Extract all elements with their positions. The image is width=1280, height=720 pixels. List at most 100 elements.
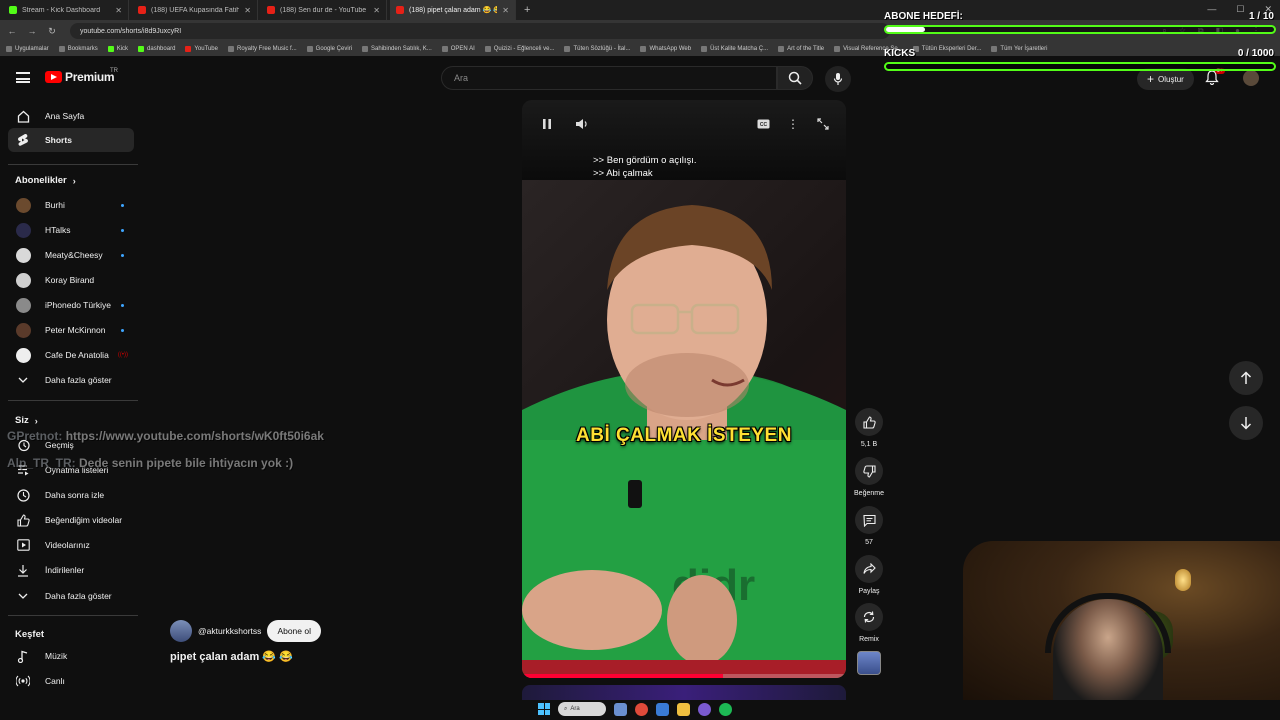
sidebar-item-subscription[interactable]: Burhi (8, 193, 134, 217)
pause-button[interactable] (540, 117, 554, 131)
taskbar-search[interactable]: ⌕ Ara (558, 702, 606, 716)
show-more-you[interactable]: Daha fazla göster (8, 584, 134, 608)
fullscreen-button[interactable] (816, 117, 830, 131)
sidebar-item-home[interactable]: Ana Sayfa (8, 104, 134, 128)
bookmark-item[interactable]: Art of the Title (778, 46, 824, 52)
country-code: TR (110, 68, 118, 74)
previous-short-button[interactable] (1229, 361, 1263, 395)
bookmark-item[interactable]: YouTube (185, 46, 218, 52)
channel-avatar-image (15, 297, 31, 313)
shorts-video-player[interactable]: didr CC ⋮ >> Ben gördüm o açılışı. >> Ab… (522, 100, 846, 678)
like-button[interactable] (855, 408, 883, 436)
sidebar-item-subscription[interactable]: HTalks (8, 218, 134, 242)
discord-icon[interactable] (698, 702, 711, 716)
sub-goal-title: ABONE HEDEFİ: (884, 11, 963, 22)
volume-button[interactable] (574, 117, 590, 131)
new-tab-icon[interactable]: + (524, 4, 530, 16)
youtube-premium-logo[interactable]: Premium (45, 70, 115, 84)
kicks-goal-title: KICKS (884, 48, 916, 59)
back-icon[interactable]: ← (4, 26, 20, 36)
sidebar-item-subscription[interactable]: Peter McKinnon (8, 318, 134, 342)
chevron-right-icon: › (34, 415, 38, 426)
browser-tab[interactable]: Stream - Kick Dashboard ✕ (3, 0, 129, 20)
sidebar-item-live[interactable]: Canlı (8, 669, 134, 693)
sidebar-item-subscription[interactable]: Meaty&Cheesy (8, 243, 134, 267)
hamburger-menu-icon[interactable] (16, 72, 30, 83)
subtitle-line: >> Ben gördüm o açılışı. (593, 155, 697, 166)
comment-icon (862, 514, 876, 527)
chrome-icon[interactable] (635, 702, 648, 716)
task-view-icon[interactable] (614, 702, 627, 716)
comments-button[interactable] (855, 506, 883, 534)
sidebar-item-music[interactable]: Müzik (8, 644, 134, 668)
tab-close-icon[interactable]: ✕ (502, 6, 509, 15)
show-more-subscriptions[interactable]: Daha fazla göster (8, 368, 134, 392)
video-progress-bar[interactable] (522, 674, 846, 678)
bookmark-item[interactable]: Royalty Free Music f... (227, 46, 297, 52)
search-button[interactable] (777, 66, 813, 90)
bookmark-item[interactable]: OPEN AI (441, 46, 475, 52)
dislike-button[interactable] (855, 457, 883, 485)
bookmark-item[interactable]: Quizizi - Eğlenceli ve... (484, 46, 554, 52)
voice-search-button[interactable] (825, 66, 851, 92)
bookmark-item[interactable]: Tüten Sözlüğü - İtal... (564, 46, 630, 52)
sidebar-item-subscription[interactable]: Koray Birand (8, 268, 134, 292)
reload-icon[interactable]: ↻ (44, 26, 60, 37)
sidebar-item-download[interactable]: İndirilenler (8, 558, 134, 582)
clock-icon (15, 487, 31, 503)
more-options-button[interactable]: ⋮ (787, 117, 799, 131)
channel-avatar[interactable] (170, 620, 192, 642)
channel-thumbnail[interactable] (857, 651, 881, 675)
sidebar-item-play-box[interactable]: Videolarınız (8, 533, 134, 557)
tab-close-icon[interactable]: ✕ (373, 6, 380, 15)
channel-handle[interactable]: @akturkkshortss (198, 626, 261, 636)
short-title[interactable]: pipet çalan adam 😂 😂 (170, 650, 293, 663)
url-input[interactable]: youtube.com/shorts/i8d9JuxcyRI (70, 23, 890, 39)
channel-avatar (15, 272, 31, 288)
captions-button[interactable]: CC (756, 117, 770, 131)
sidebar-item-subscription[interactable]: Cafe De Anatolia ((•)) (8, 343, 134, 367)
bookmark-item[interactable]: Uygulamalar (6, 46, 49, 52)
tab-close-icon[interactable]: ✕ (244, 6, 251, 15)
sidebar-item-subscription[interactable]: iPhonedo Türkiye (8, 293, 134, 317)
sidebar-item-clock[interactable]: Daha sonra izle (8, 483, 134, 507)
create-button[interactable]: + Oluştur (1137, 68, 1194, 90)
search-input[interactable]: Ara (441, 66, 777, 90)
windows-start-icon[interactable] (538, 703, 550, 715)
sidebar-item-thumbs-up[interactable]: Beğendiğim videolar (8, 508, 134, 532)
bookmark-item[interactable]: Sahibinden Satılık, K... (362, 46, 432, 52)
store-icon[interactable] (656, 702, 669, 716)
browser-tab[interactable]: (188) UEFA Kupasında Fatih Ter ✕ (132, 0, 258, 20)
bookmark-item[interactable]: Bookmarks (58, 46, 98, 52)
bookmark-item[interactable]: dashboard (138, 46, 175, 52)
subscriptions-heading[interactable]: Abonelikler › (15, 175, 76, 186)
bookmark-item[interactable]: Google Çeviri (306, 46, 352, 52)
bookmark-item[interactable]: WhatsApp Web (640, 46, 691, 52)
share-button[interactable] (855, 555, 883, 583)
tab-close-icon[interactable]: ✕ (115, 6, 122, 15)
account-avatar[interactable] (1243, 70, 1259, 86)
sub-goal-fill (886, 27, 925, 32)
thumbs-up-icon (862, 415, 876, 429)
live-indicator-icon: ((•)) (117, 352, 128, 358)
subscribe-button[interactable]: Abone ol (267, 620, 321, 642)
home-icon (15, 108, 31, 124)
next-short-button[interactable] (1229, 406, 1263, 440)
browser-tab[interactable]: (188) Sen dur de - YouTube ✕ (261, 0, 387, 20)
file-explorer-icon[interactable] (677, 702, 690, 716)
dislike-label: Beğenme (854, 490, 884, 497)
chevron-right-icon: › (72, 175, 76, 186)
bookmark-favicon-icon (441, 46, 448, 52)
sidebar-item-shorts[interactable]: Shorts (8, 128, 134, 152)
bookmark-item[interactable]: Üst Kalite Matcha Ç... (701, 46, 768, 52)
bookmark-item[interactable]: Kick (107, 46, 128, 52)
browser-tab-active[interactable]: (188) pipet çalan adam 😂 😂 ✕ (390, 0, 516, 20)
channel-avatar-image (15, 272, 31, 288)
you-heading[interactable]: Siz › (15, 415, 38, 426)
youtube-logo-icon (45, 71, 62, 83)
remix-button[interactable] (855, 603, 883, 631)
forward-icon[interactable]: → (24, 26, 40, 36)
spotify-icon[interactable] (719, 702, 732, 716)
live-icon (15, 673, 31, 689)
channel-row: @akturkkshortss Abone ol (170, 620, 321, 642)
